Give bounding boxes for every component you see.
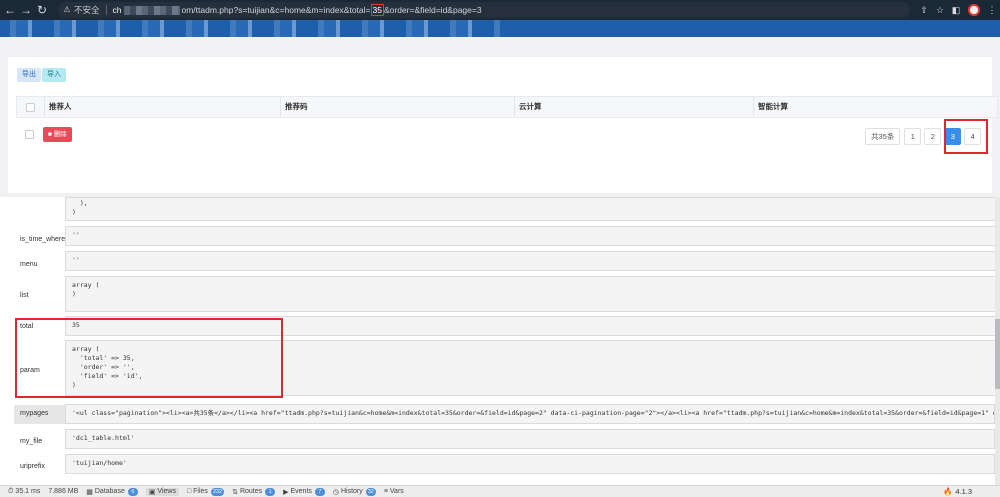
toolbar-tab-badge: 1 bbox=[265, 487, 276, 496]
views-icon: ▣ bbox=[148, 488, 156, 496]
events-icon: ▶ bbox=[283, 488, 289, 496]
export-button[interactable]: 导出 bbox=[17, 68, 41, 82]
toolbar-tab-label: Routes bbox=[239, 488, 263, 495]
memory-value: 7.886 MB bbox=[48, 488, 79, 495]
page-link-1[interactable]: 1 bbox=[904, 128, 922, 145]
clock-icon: ⏱ bbox=[8, 487, 14, 495]
timer-value: 35.1 ms bbox=[15, 488, 41, 495]
toolbar-tab-badge: 32 bbox=[365, 487, 376, 496]
database-icon: ▦ bbox=[86, 488, 93, 496]
toolbar-tab-badge: 232 bbox=[210, 487, 225, 496]
url-redacted bbox=[123, 5, 180, 15]
page-link-2[interactable]: 2 bbox=[924, 128, 942, 145]
reload-icon[interactable]: ↻ bbox=[34, 0, 50, 20]
timer-item: ⏱ 35.1 ms bbox=[8, 488, 40, 496]
url-host: ch bbox=[112, 5, 122, 15]
address-separator bbox=[105, 5, 107, 15]
table-header: 推荐人 推荐码 云计算 智能计算 bbox=[16, 96, 998, 118]
var-value-my-file: 'dc1_table.html' bbox=[65, 429, 995, 449]
var-key-uriprefix: uriprefix bbox=[20, 463, 45, 470]
bulk-select-checkbox[interactable] bbox=[25, 130, 34, 139]
debug-scrollbar-thumb[interactable] bbox=[995, 319, 1000, 389]
var-value-fragment: ), ) bbox=[65, 197, 1000, 221]
var-key-mypages: mypages bbox=[20, 410, 49, 417]
vars-icon: ≡ bbox=[383, 488, 388, 495]
toolbar-tab-routes[interactable]: ⇅ Routes 1 bbox=[232, 487, 276, 496]
browser-toolbar: ← → ↻ ⚠ 不安全 ch om/ttadm.php?s=tuijian&c=… bbox=[0, 0, 1000, 20]
toolbar-tab-label: History bbox=[340, 488, 363, 495]
var-value-uriprefix: 'tuijian/home' bbox=[65, 454, 995, 474]
var-value-menu: '' bbox=[65, 251, 1000, 271]
bookmark-star-icon[interactable]: ☆ bbox=[932, 5, 948, 16]
column-divider bbox=[753, 97, 754, 117]
toolbar-tab-events[interactable]: ▶ Events 7 bbox=[283, 487, 325, 496]
debug-toolbar: ⏱ 35.1 ms 7.886 MB ▦ Database 6 ▣ Views □… bbox=[0, 485, 1000, 497]
insecure-label: 不安全 bbox=[74, 5, 100, 15]
toolbar-tab-history[interactable]: ◷ History 32 bbox=[332, 487, 376, 496]
warning-icon: ⚠ bbox=[63, 5, 71, 14]
toolbar-tab-label: Files bbox=[193, 488, 208, 495]
toolbar-tab-badge: 7 bbox=[314, 487, 325, 496]
delete-button[interactable]: ■ 删除 bbox=[43, 127, 72, 142]
var-value-mypages: '<ul class="pagination"><li><a>共35条</a><… bbox=[65, 404, 995, 424]
url-query: &order=&field=id&page=3 bbox=[383, 5, 482, 15]
column-divider bbox=[280, 97, 281, 117]
profile-avatar-icon[interactable] bbox=[968, 4, 980, 16]
main-content: 导出 导入 推荐人 推荐码 云计算 智能计算 ■ 删除 共35条 1 2 3 4 bbox=[0, 37, 1000, 197]
file-icon: □ bbox=[186, 488, 192, 495]
select-all-checkbox[interactable] bbox=[26, 103, 35, 112]
var-value-list: array ( ) bbox=[65, 276, 1000, 312]
delete-label: 删除 bbox=[53, 131, 67, 138]
var-key-list: list bbox=[20, 292, 29, 299]
app-header bbox=[0, 20, 1000, 37]
toolbar-tab-vars[interactable]: ≡ Vars bbox=[384, 488, 404, 495]
column-divider bbox=[44, 97, 45, 117]
var-key-my-file: my_file bbox=[20, 438, 43, 445]
list-panel: 导出 导入 推荐人 推荐码 云计算 智能计算 ■ 删除 共35条 1 2 3 4 bbox=[8, 57, 998, 193]
var-key-menu: menu bbox=[20, 261, 38, 268]
flame-icon: 🔥 bbox=[942, 487, 953, 496]
column-divider bbox=[514, 97, 515, 117]
total-param-highlight-box bbox=[15, 318, 283, 398]
pagination-total: 共35条 bbox=[865, 128, 901, 145]
toolbar-tab-label: Events bbox=[290, 488, 312, 495]
toolbar-tab-label: Vars bbox=[389, 488, 404, 495]
routes-icon: ⇅ bbox=[232, 488, 238, 496]
framework-version[interactable]: 🔥 4.1.3 bbox=[943, 486, 972, 497]
url-path: om/ttadm.php?s=tuijian&c=home&m=index&to… bbox=[181, 5, 371, 15]
toolbar-tab-views[interactable]: ▣ Views bbox=[145, 487, 179, 496]
toolbar-tab-label: Database bbox=[94, 488, 125, 495]
url-total-highlight: 35 bbox=[370, 4, 384, 16]
pagination-highlight-box bbox=[944, 119, 988, 154]
side-panel-icon[interactable]: ◧ bbox=[948, 5, 964, 16]
column-header-smart-compute: 智能计算 bbox=[758, 102, 788, 111]
menu-kebab-icon[interactable]: ⋮ bbox=[984, 5, 1000, 16]
var-key-is-time-where: is_time_where bbox=[20, 236, 66, 243]
version-label: 4.1.3 bbox=[955, 487, 972, 496]
toolbar-tab-label: Views bbox=[157, 488, 176, 495]
back-arrow-icon[interactable]: ← bbox=[2, 0, 18, 20]
column-header-referral-code: 推荐码 bbox=[285, 102, 308, 111]
share-icon[interactable]: ⇧ bbox=[916, 5, 932, 16]
import-button[interactable]: 导入 bbox=[42, 68, 66, 82]
toolbar-tab-badge: 6 bbox=[127, 487, 138, 496]
address-bar[interactable]: ⚠ 不安全 ch om/ttadm.php?s=tuijian&c=home&m… bbox=[58, 2, 910, 18]
var-value-is-time-where: '' bbox=[65, 226, 1000, 246]
app-header-redacted bbox=[0, 20, 500, 37]
column-header-cloud-compute: 云计算 bbox=[519, 102, 542, 111]
column-header-referrer: 推荐人 bbox=[49, 102, 72, 111]
forward-arrow-icon[interactable]: → bbox=[18, 0, 34, 20]
toolbar-tab-files[interactable]: □ Files 232 bbox=[186, 487, 225, 496]
history-icon: ◷ bbox=[332, 488, 339, 496]
memory-item: 7.886 MB bbox=[48, 488, 78, 495]
toolbar-tab-database[interactable]: ▦ Database 6 bbox=[86, 487, 138, 496]
